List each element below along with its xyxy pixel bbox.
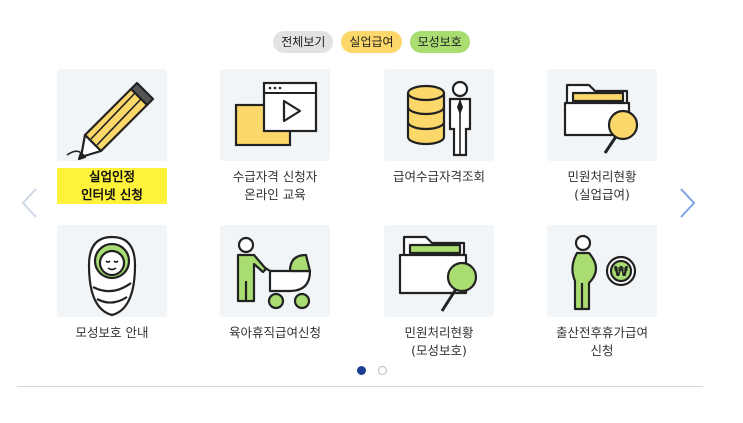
folder-search-icon xyxy=(398,235,478,312)
tile-label: 모성보호 안내 xyxy=(75,325,149,340)
tile-icon-box xyxy=(220,69,330,161)
chevron-left-icon xyxy=(21,188,37,218)
tile-label: 급여수급자격조회 xyxy=(392,169,485,184)
filter-unemployment-chip[interactable]: 실업급여 xyxy=(341,31,402,53)
tile-icon-box xyxy=(220,225,330,317)
svg-text:₩: ₩ xyxy=(614,265,629,280)
tile-label: 출산전후휴가급여 신청 xyxy=(555,325,648,358)
tile-unemployment-recognition[interactable]: 실업인정 인터넷 신청 xyxy=(57,69,167,204)
pagination-dot-2[interactable] xyxy=(377,366,387,375)
database-person-icon xyxy=(406,80,472,157)
chevron-right-icon xyxy=(680,188,696,218)
video-play-icon xyxy=(234,81,318,147)
pagination-dot-1[interactable] xyxy=(356,366,366,375)
tile-label: 민원처리현황 (실업급여) xyxy=(567,169,637,202)
tile-maternity-guide[interactable]: 모성보호 안내 xyxy=(57,225,167,342)
tile-eligibility-inquiry[interactable]: 급여수급자격조회 xyxy=(384,69,494,186)
tile-icon-box xyxy=(384,69,494,161)
tile-label: 민원처리현황 (모성보호) xyxy=(404,325,474,358)
tile-icon-box xyxy=(384,225,494,317)
tile-maternity-leave-benefit[interactable]: ₩ 출산전후휴가급여 신청 xyxy=(547,225,657,360)
tile-online-education[interactable]: 수급자격 신청자 온라인 교육 xyxy=(220,69,330,204)
tile-label: 수급자격 신청자 온라인 교육 xyxy=(232,169,318,202)
tile-icon-box xyxy=(57,225,167,317)
category-filter-bar: 전체보기 실업급여 모성보호 xyxy=(0,31,743,53)
tile-icon-box xyxy=(57,69,167,161)
carousel-pagination xyxy=(0,366,743,375)
tile-icon-box: ₩ xyxy=(547,225,657,317)
carousel-prev-button[interactable] xyxy=(20,187,40,219)
folder-search-icon xyxy=(563,83,639,154)
stroller-icon xyxy=(236,236,312,310)
tile-complaint-status-unemployment[interactable]: 민원처리현황 (실업급여) xyxy=(547,69,657,204)
tile-parental-leave-benefit[interactable]: 육아휴직급여신청 xyxy=(220,225,330,342)
filter-all-chip[interactable]: 전체보기 xyxy=(273,31,334,53)
tile-complaint-status-maternity[interactable]: 민원처리현황 (모성보호) xyxy=(384,225,494,360)
pregnant-coin-icon: ₩ xyxy=(571,234,637,311)
carousel-next-button[interactable] xyxy=(677,187,697,219)
tile-label: 실업인정 인터넷 신청 xyxy=(57,168,167,204)
pencil-icon xyxy=(66,81,155,161)
tile-icon-box xyxy=(547,69,657,161)
baby-icon xyxy=(87,235,137,317)
filter-maternity-chip[interactable]: 모성보호 xyxy=(409,31,470,53)
tile-label: 육아휴직급여신청 xyxy=(228,325,321,340)
bottom-divider xyxy=(17,386,703,387)
